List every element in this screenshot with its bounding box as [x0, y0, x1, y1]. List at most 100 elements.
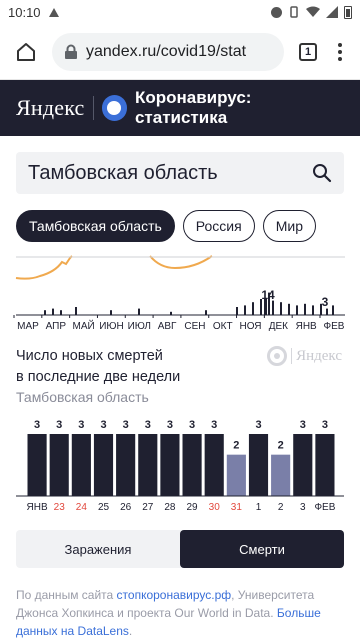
deaths-x-tick: 31	[231, 502, 243, 513]
site-header: Яндекс Коронавирус: статистика	[0, 80, 360, 136]
deaths-x-tick: 28	[164, 502, 176, 513]
deaths-x-tick: 24	[76, 502, 88, 513]
deaths-bar[interactable]	[248, 434, 269, 496]
deaths-bar-value: 3	[78, 419, 84, 431]
deaths-bar-value: 3	[34, 419, 40, 431]
region-tab-russia[interactable]: Россия	[182, 210, 255, 242]
top-chart-bar	[110, 310, 112, 315]
deaths-bar-value: 3	[145, 419, 151, 431]
deaths-bar[interactable]	[204, 434, 224, 496]
top-chart-bar	[138, 308, 140, 315]
deaths-chart-title-2: в последние две недели	[16, 369, 181, 385]
data-source-footer: По данным сайта стопкоронавирус.рф, Унив…	[16, 586, 346, 640]
top-chart-spikes	[44, 292, 334, 315]
status-bar: 10:10	[0, 0, 360, 24]
page-title: Коронавирус: статистика	[134, 88, 252, 127]
tab-count: 1	[299, 42, 317, 61]
top-month-label: ИЮЛ	[128, 321, 151, 332]
tabs-button[interactable]: 1	[290, 32, 326, 72]
stopcoronavirus-link[interactable]: стопкоронавирус.рф	[117, 588, 232, 602]
deaths-bar-value: 3	[211, 419, 217, 431]
deaths-bar-chart: 3ЯНВ3233243253263273283293302313122333ФЕ…	[16, 419, 344, 513]
deaths-x-tick: 1	[256, 502, 262, 513]
yandex-logo[interactable]: Яндекс	[16, 95, 85, 121]
top-chart-bar	[326, 308, 328, 315]
top-month-label: НОЯ	[240, 321, 262, 332]
top-chart-bar	[296, 305, 298, 315]
deaths-x-tick: 26	[120, 502, 132, 513]
deaths-x-tick: 30	[209, 502, 221, 513]
header-divider	[92, 96, 94, 120]
overflow-menu-button[interactable]	[326, 32, 354, 72]
cases-chart-fragment: 14 3 МАР АПР МАЙ ИЮН ИЮЛ АВГ СЕН ОКТ НОЯ ДЕК ЯНВ ФЕ…	[13, 255, 345, 332]
cases-curve	[15, 255, 73, 280]
deaths-bar[interactable]	[49, 434, 69, 496]
cases-curve-right	[149, 255, 213, 270]
deaths-bar-value: 3	[56, 419, 62, 431]
watermark-divider	[291, 348, 293, 364]
region-tab-tambov[interactable]: Тамбовская область	[16, 210, 175, 242]
top-chart-months: МАР АПР МАЙ ИЮН ИЮЛ АВГ СЕН ОКТ НОЯ ДЕК ЯНВ ФЕВ	[13, 315, 345, 332]
watermark-text: Яндекс	[296, 347, 342, 364]
top-chart-bar	[288, 303, 290, 315]
region-tab-world[interactable]: Мир	[262, 210, 316, 242]
vibrate-icon	[290, 6, 298, 18]
status-time: 10:10	[8, 4, 41, 20]
top-month-label: МАР	[17, 321, 39, 332]
deaths-x-tick: ФЕВ	[314, 502, 335, 513]
url-text: yandex.ru/covid19/stat	[86, 42, 247, 60]
top-chart-bar	[304, 303, 306, 315]
home-button[interactable]	[6, 32, 46, 72]
wifi-icon	[306, 6, 320, 17]
deaths-chart-header: Число новых смертей в последние две неде…	[16, 346, 346, 405]
deaths-bar[interactable]	[182, 434, 202, 496]
top-chart-bar	[272, 300, 274, 315]
deaths-x-tick: 25	[98, 502, 110, 513]
top-month-label: МАЙ	[73, 319, 95, 332]
deaths-bar[interactable]	[160, 434, 180, 496]
deaths-bar-value: 3	[167, 419, 173, 431]
deaths-bar-value: 3	[123, 419, 129, 431]
region-search-input[interactable]: Тамбовская область	[16, 152, 344, 194]
top-chart-bar	[60, 310, 62, 315]
deaths-bar[interactable]	[226, 454, 246, 496]
battery-icon	[344, 5, 352, 19]
watermark-icon	[267, 346, 288, 366]
deaths-bar-value: 3	[322, 419, 328, 431]
top-chart-bar	[312, 305, 314, 315]
deaths-bar[interactable]	[293, 434, 313, 496]
deaths-bar-value: 3	[255, 419, 261, 431]
top-month-label: ДЕК	[269, 321, 288, 332]
top-chart-bar	[280, 302, 282, 315]
region-tabs: Тамбовская область Россия Мир	[16, 210, 316, 242]
deaths-x-tick: 3	[300, 502, 306, 513]
top-chart-bar	[252, 302, 254, 315]
top-month-label: ОКТ	[213, 321, 233, 332]
home-icon	[17, 42, 35, 61]
deaths-chart-region: Тамбовская область	[16, 389, 149, 405]
top-last-label: 3	[322, 295, 329, 309]
metric-toggle: Заражения Смерти	[16, 530, 344, 568]
deaths-bar[interactable]	[116, 434, 136, 496]
toggle-deaths[interactable]: Смерти	[180, 530, 344, 568]
search-icon[interactable]	[312, 163, 332, 183]
deaths-bar[interactable]	[315, 434, 335, 496]
toggle-infections[interactable]: Заражения	[16, 530, 180, 568]
deaths-bar-value: 2	[278, 440, 284, 452]
deaths-bar[interactable]	[27, 434, 47, 496]
deaths-bar[interactable]	[138, 434, 158, 496]
deaths-x-tick: 2	[278, 502, 284, 513]
top-month-label: ЯНВ	[296, 321, 317, 332]
deaths-x-tick: 23	[54, 502, 66, 513]
top-peak-label: 14	[261, 288, 275, 302]
deaths-x-tick: 27	[142, 502, 154, 513]
notification-icon	[48, 7, 59, 17]
top-month-label: АПР	[46, 321, 67, 332]
deaths-bar-value: 3	[100, 419, 106, 431]
top-month-label: АВГ	[158, 321, 177, 332]
url-bar[interactable]: yandex.ru/covid19/stat	[52, 32, 284, 71]
deaths-bar[interactable]	[93, 434, 114, 496]
deaths-bar[interactable]	[71, 434, 91, 496]
footer-prefix: По данным сайта	[16, 588, 114, 602]
deaths-bar[interactable]	[271, 454, 291, 496]
